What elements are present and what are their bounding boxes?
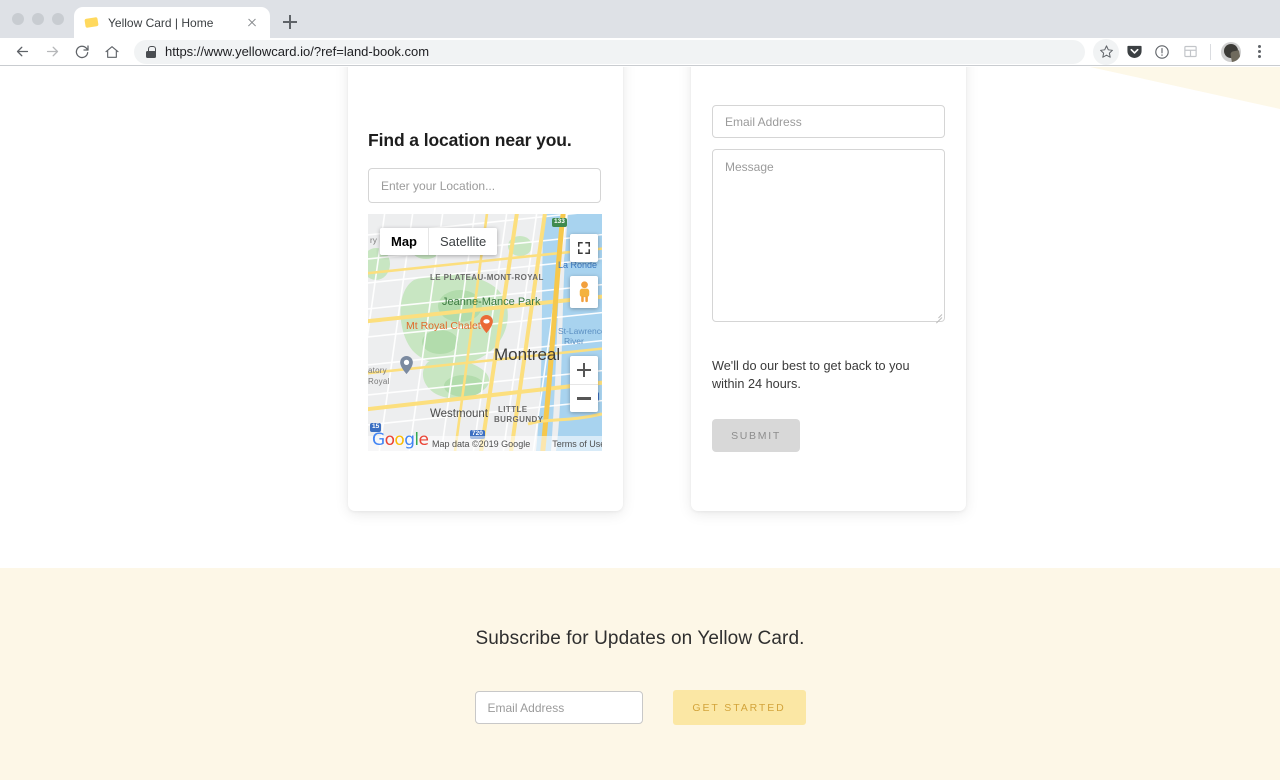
- home-icon[interactable]: [98, 38, 126, 66]
- decorative-wedge: [1090, 67, 1280, 109]
- reload-icon[interactable]: [68, 38, 96, 66]
- map-pin-observatory: [400, 356, 413, 374]
- map-shield-133: 133: [552, 218, 567, 227]
- pocket-icon[interactable]: [1121, 39, 1147, 65]
- message-field-wrapper: [712, 149, 945, 324]
- lock-icon: [146, 45, 156, 58]
- get-started-button[interactable]: GET STARTED: [672, 690, 806, 725]
- contact-form-card: We'll do our best to get back to you wit…: [691, 67, 966, 511]
- subscribe-email-input[interactable]: [474, 691, 643, 724]
- yellow-card-icon: [84, 15, 99, 30]
- new-tab-icon[interactable]: [276, 8, 304, 36]
- page-viewport: Find a location near you. Enter your Loc…: [0, 67, 1280, 780]
- google-map[interactable]: ry 133 La Ronde LE PLATEAU-MONT-ROYAL Je…: [368, 214, 602, 451]
- close-tab-icon[interactable]: [244, 15, 260, 31]
- tab-title: Yellow Card | Home: [108, 15, 214, 30]
- contact-message-textarea[interactable]: [712, 149, 945, 322]
- map-type-control: Map Satellite: [380, 228, 498, 255]
- star-bookmark-icon[interactable]: [1093, 38, 1119, 65]
- subscribe-section: Subscribe for Updates on Yellow Card. GE…: [0, 568, 1280, 780]
- minimize-window-button[interactable]: [32, 13, 44, 25]
- url-text: https://www.yellowcard.io/?ref=land-book…: [165, 44, 430, 59]
- zoom-out-icon[interactable]: [570, 384, 598, 412]
- map-pin-restaurant: [480, 315, 493, 333]
- kebab-menu-icon[interactable]: [1246, 39, 1272, 65]
- window-traffic-lights: [8, 0, 74, 38]
- google-logo: Google: [372, 430, 429, 450]
- street-view-pegman-button[interactable]: [570, 276, 598, 308]
- maximize-window-button[interactable]: [52, 13, 64, 25]
- contact-email-input[interactable]: [712, 105, 945, 138]
- map-type-map-button[interactable]: Map: [380, 228, 428, 255]
- close-window-button[interactable]: [12, 13, 24, 25]
- fullscreen-icon: [577, 241, 591, 255]
- browser-tab-bar: Yellow Card | Home: [0, 0, 1280, 38]
- browser-window: Yellow Card | Home https://www.yellowcar…: [0, 0, 1280, 780]
- map-fullscreen-button[interactable]: [570, 234, 598, 262]
- submit-button[interactable]: SUBMIT: [712, 419, 800, 453]
- info-circle-icon[interactable]: [1149, 39, 1175, 65]
- pegman-icon: [579, 281, 589, 303]
- find-location-card: Find a location near you. Enter your Loc…: [348, 67, 623, 511]
- browser-tab[interactable]: Yellow Card | Home: [74, 7, 270, 38]
- map-terms-link[interactable]: Terms of Use: [552, 439, 602, 449]
- toolbar-divider: [1210, 43, 1211, 60]
- profile-avatar[interactable]: [1218, 39, 1244, 65]
- page-title: Find a location near you.: [368, 130, 572, 150]
- forward-icon[interactable]: [38, 38, 66, 66]
- location-input[interactable]: [368, 168, 601, 203]
- zoom-in-icon[interactable]: [570, 356, 598, 384]
- map-zoom-control: [570, 356, 598, 412]
- map-attribution-text: Map data ©2019 Google: [432, 438, 531, 449]
- toolbar-icon-group: [1093, 38, 1272, 65]
- browser-toolbar: https://www.yellowcard.io/?ref=land-book…: [0, 38, 1280, 66]
- subscribe-heading: Subscribe for Updates on Yellow Card.: [475, 628, 805, 649]
- back-icon[interactable]: [8, 38, 36, 66]
- map-type-satellite-button[interactable]: Satellite: [428, 228, 498, 255]
- response-time-note: We'll do our best to get back to you wit…: [712, 359, 910, 392]
- subscribe-form: GET STARTED: [474, 690, 806, 725]
- address-bar[interactable]: https://www.yellowcard.io/?ref=land-book…: [134, 39, 1085, 64]
- split-panel-icon[interactable]: [1177, 39, 1203, 65]
